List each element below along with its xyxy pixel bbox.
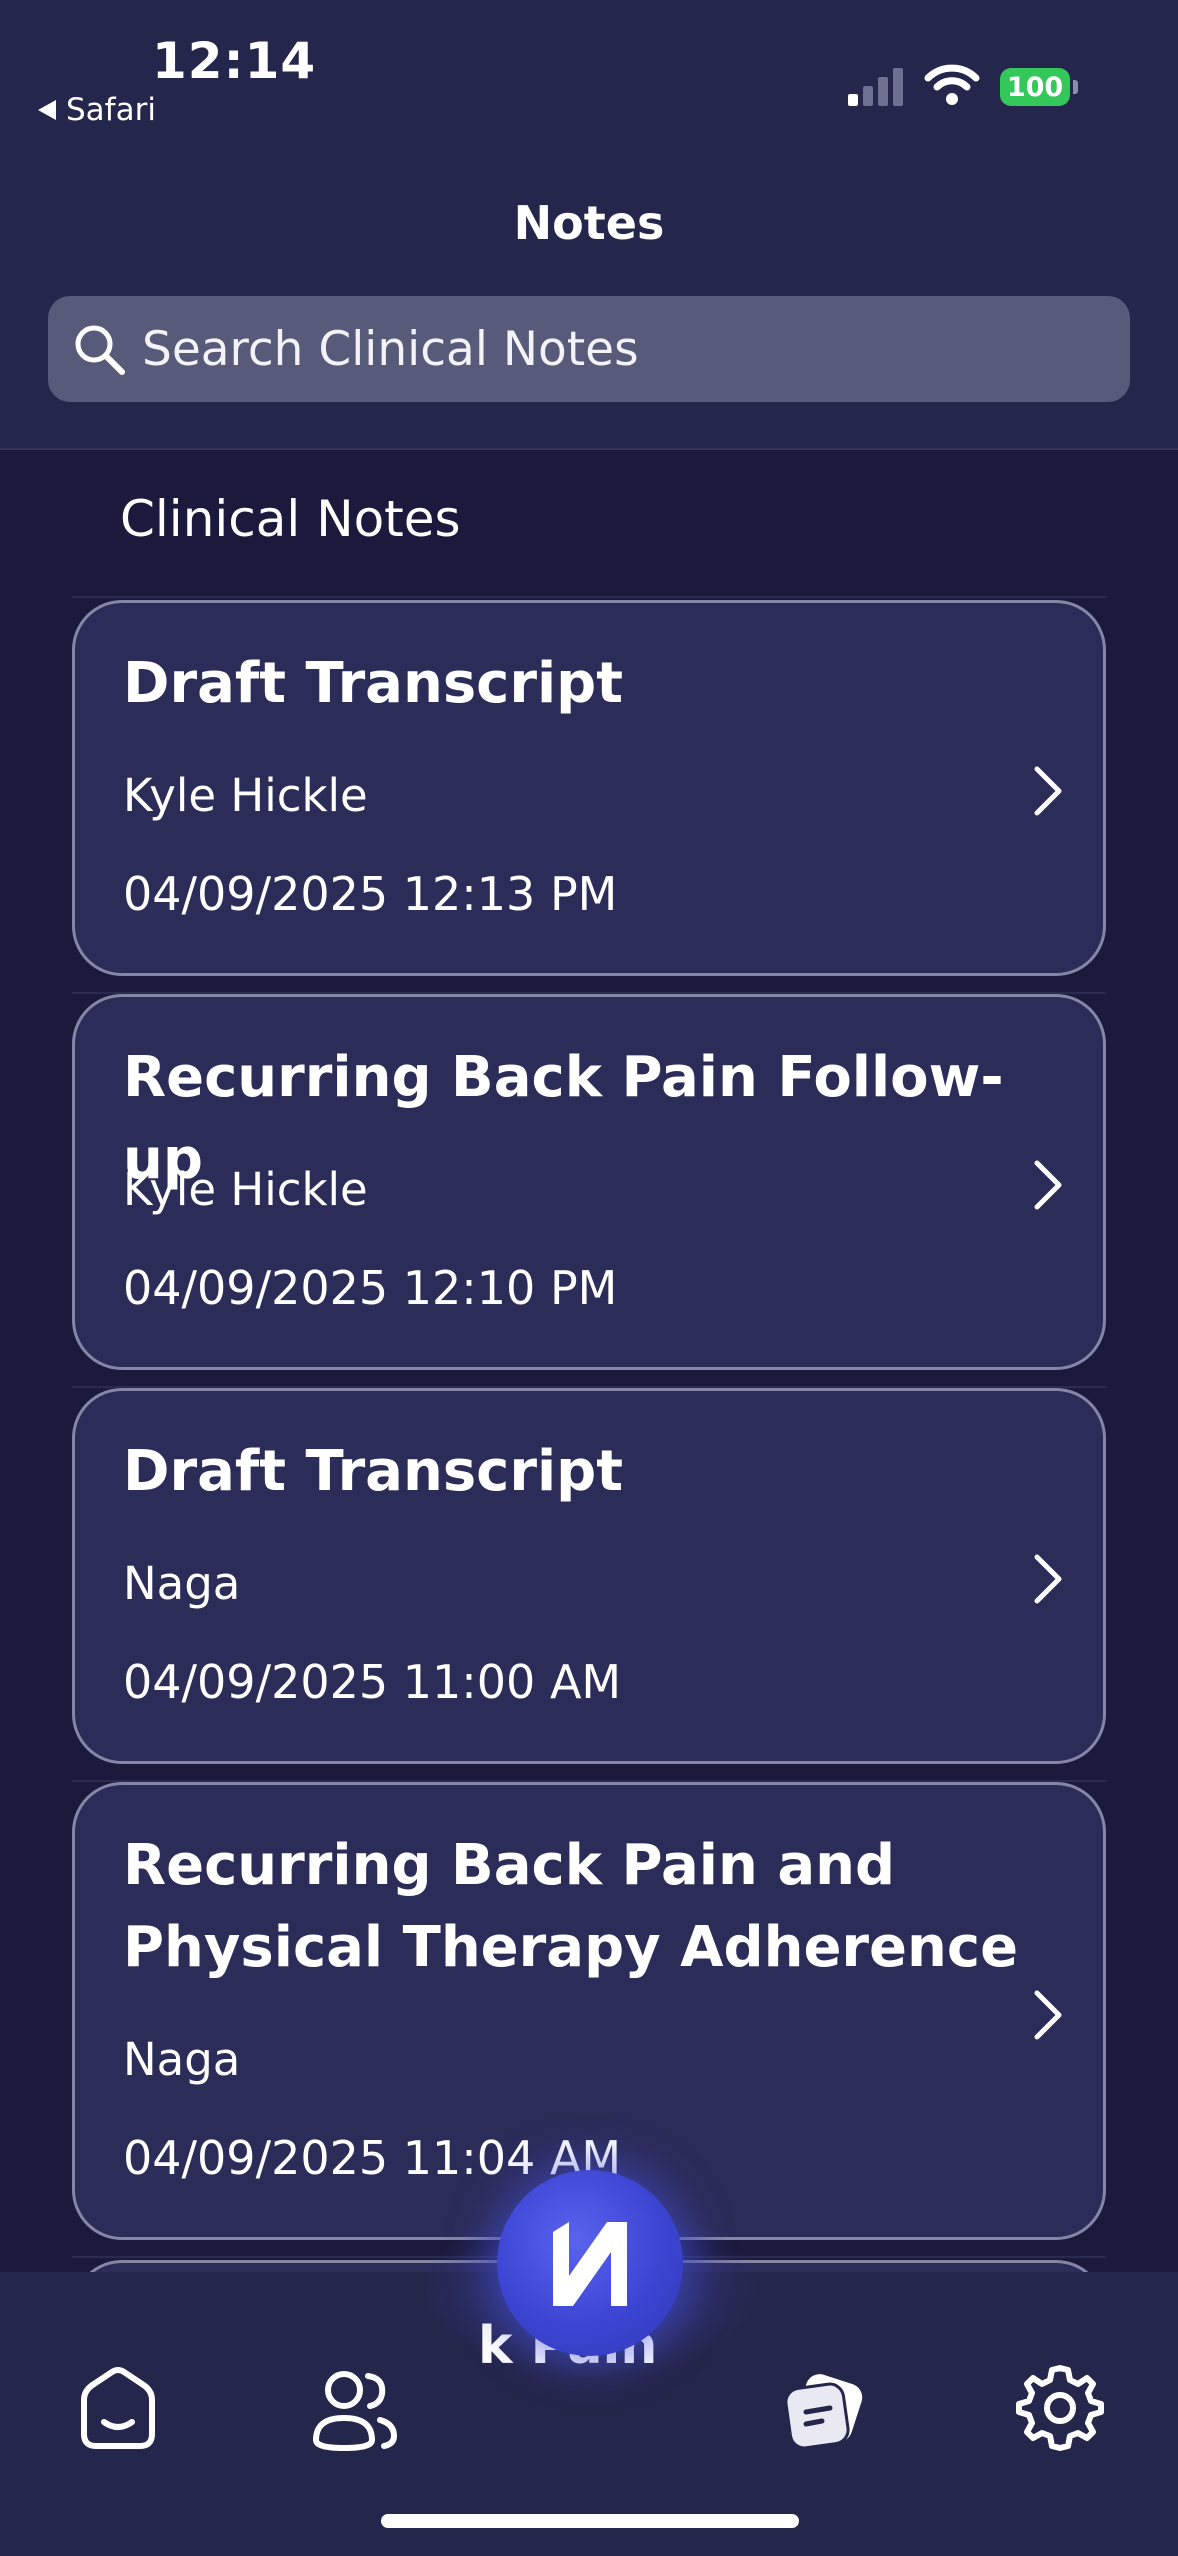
note-title: Draft Transcript	[123, 651, 624, 716]
note-title: Draft Transcript	[123, 1439, 624, 1504]
notes-icon[interactable]	[778, 2360, 874, 2456]
new-note-fab-button[interactable]	[497, 2170, 683, 2356]
back-arrow-icon	[38, 100, 56, 120]
logo-n-icon	[553, 2222, 627, 2306]
note-card[interactable]: Draft Transcript Kyle Hickle 04/09/2025 …	[72, 600, 1106, 976]
note-author: Kyle Hickle	[123, 1163, 368, 1216]
note-date: 04/09/2025 11:04 AM	[123, 2131, 622, 2185]
search-icon	[75, 325, 125, 375]
chevron-right-icon	[1034, 1990, 1062, 2040]
home-icon[interactable]	[70, 2360, 166, 2456]
section-title: Clinical Notes	[120, 490, 461, 548]
note-date: 04/09/2025 12:10 PM	[123, 1261, 618, 1315]
battery-tip	[1073, 80, 1078, 94]
note-card[interactable]: Draft Transcript Naga 04/09/2025 11:00 A…	[72, 1388, 1106, 1764]
note-author: Naga	[123, 2033, 241, 2086]
wifi-icon	[924, 64, 980, 105]
search-input[interactable]	[142, 296, 1102, 402]
header: 12:14 Safari 100 Notes	[0, 0, 1178, 450]
note-date: 04/09/2025 11:00 AM	[123, 1655, 622, 1709]
battery-level: 100	[1000, 68, 1070, 106]
section-divider	[72, 596, 1106, 598]
back-to-app-link[interactable]: Safari	[38, 92, 156, 128]
page-title: Notes	[513, 196, 665, 250]
note-author: Kyle Hickle	[123, 769, 368, 822]
note-card[interactable]: Recurring Back Pain Follow-up Kyle Hickl…	[72, 994, 1106, 1370]
back-app-label: Safari	[66, 92, 156, 128]
chevron-right-icon	[1034, 1554, 1062, 1604]
chevron-right-icon	[1034, 766, 1062, 816]
note-date: 04/09/2025 12:13 PM	[123, 867, 618, 921]
patients-icon[interactable]	[306, 2360, 402, 2456]
cellular-signal-icon	[848, 68, 903, 106]
note-title: Recurring Back Pain and Physical Therapy…	[123, 1833, 1019, 1980]
status-time: 12:14	[152, 32, 317, 90]
battery-indicator: 100	[1000, 68, 1078, 106]
search-bar[interactable]	[48, 296, 1130, 402]
chevron-right-icon	[1034, 1160, 1062, 1210]
home-indicator[interactable]	[381, 2514, 799, 2528]
settings-icon[interactable]	[1012, 2360, 1108, 2456]
note-author: Naga	[123, 1557, 241, 1610]
